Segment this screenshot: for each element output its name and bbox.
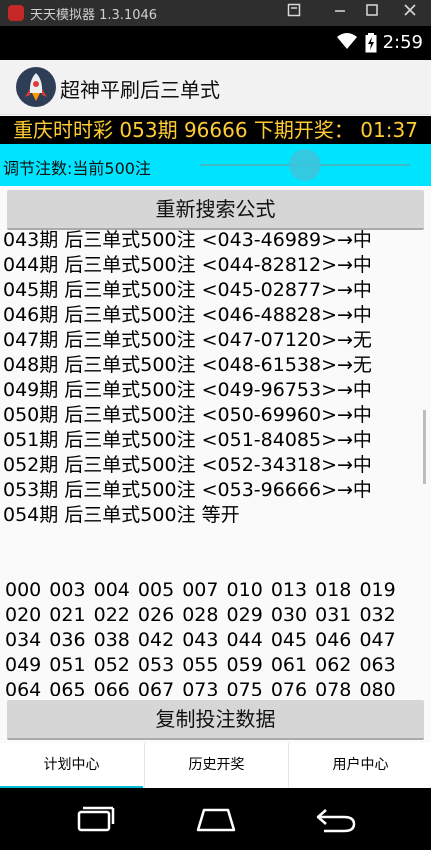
bottom-tabs: 计划中心 历史开奖 用户中心	[0, 743, 431, 788]
emulator-title-bar: 天天模拟器 1.3.1046	[0, 0, 431, 26]
result-row: 052期 后三单式500注 <052-34318>→中	[3, 454, 372, 476]
result-row: 046期 后三单式500注 <046-48828>→中	[3, 304, 372, 326]
draw-info-banner: 重庆时时彩 053期 96666 下期开奖： 01:37	[0, 116, 431, 144]
results-list[interactable]: 043期 后三单式500注 <043-46989>→中 044期 后三单式500注…	[3, 228, 423, 528]
copy-bet-data-button[interactable]: 复制投注数据	[7, 700, 424, 740]
restore-window-icon[interactable]	[282, 2, 306, 24]
bet-numbers-text: 000 003 004 005 007 010 013 018 019 020 …	[5, 579, 396, 696]
app-title: 超神平刷后三单式	[60, 78, 220, 102]
app-bar: 超神平刷后三单式	[0, 60, 431, 115]
bet-count-adjust-row: 调节注数:当前500注	[0, 144, 431, 186]
android-nav-bar	[0, 788, 431, 850]
result-row: 051期 后三单式500注 <051-84085>→中	[3, 429, 372, 451]
wifi-icon	[336, 32, 358, 54]
back-icon[interactable]	[306, 802, 366, 836]
result-row: 048期 后三单式500注 <048-61538>→无	[3, 354, 372, 376]
tab-plan-center[interactable]: 计划中心	[0, 743, 143, 788]
tab-user-center[interactable]: 用户中心	[288, 743, 431, 788]
research-formula-button[interactable]: 重新搜索公式	[7, 190, 424, 230]
result-row: 049期 后三单式500注 <049-96753>→中	[3, 379, 372, 401]
status-time: 2:59	[382, 32, 423, 53]
result-row: 054期 后三单式500注 等开	[3, 504, 240, 526]
battery-charging-icon	[365, 33, 377, 57]
status-bar: 2:59	[0, 26, 431, 60]
emulator-title: 天天模拟器 1.3.1046	[30, 8, 158, 23]
recent-apps-icon[interactable]	[66, 802, 126, 836]
result-row: 047期 后三单式500注 <047-07120>→无	[3, 329, 372, 351]
result-row: 043期 后三单式500注 <043-46989>→中	[3, 229, 372, 251]
result-row: 053期 后三单式500注 <053-96666>→中	[3, 479, 372, 501]
home-icon[interactable]	[186, 802, 246, 836]
bet-count-slider-thumb[interactable]	[289, 149, 321, 181]
app-rocket-logo-icon	[16, 67, 56, 107]
maximize-icon[interactable]	[360, 2, 384, 24]
result-row: 045期 后三单式500注 <045-02877>→中	[3, 279, 372, 301]
close-icon[interactable]	[398, 2, 422, 24]
minimize-icon[interactable]	[328, 2, 352, 24]
bet-count-label: 调节注数:当前500注	[3, 159, 151, 178]
emulator-logo-icon	[8, 5, 24, 21]
tab-history-draws[interactable]: 历史开奖	[144, 743, 288, 788]
results-scrollbar[interactable]	[423, 410, 426, 484]
result-row: 044期 后三单式500注 <044-82812>→中	[3, 254, 372, 276]
result-row: 050期 后三单式500注 <050-69960>→中	[3, 404, 372, 426]
